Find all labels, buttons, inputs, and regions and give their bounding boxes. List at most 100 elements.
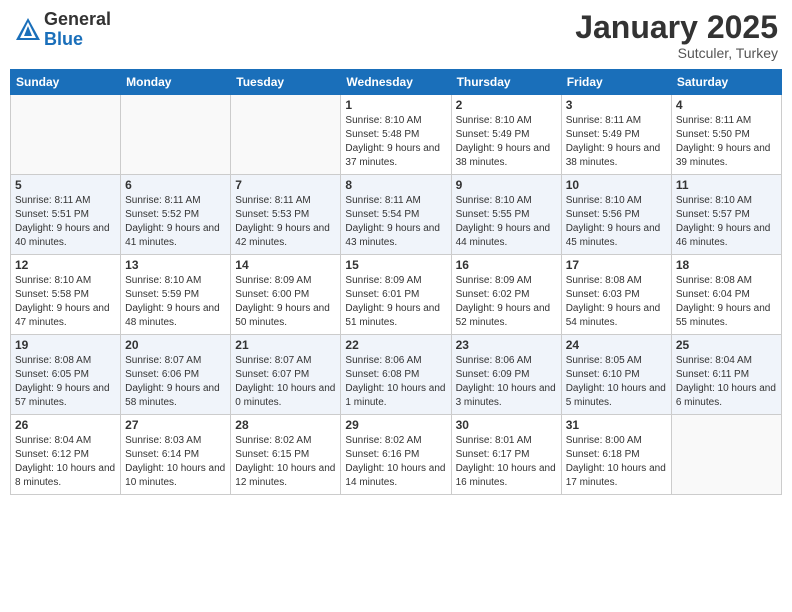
logo-text: General Blue [44,10,111,50]
weekday-header-tuesday: Tuesday [231,70,341,95]
calendar-cell: 7 Sunrise: 8:11 AM Sunset: 5:53 PM Daylig… [231,175,341,255]
logo-general-text: General [44,10,111,30]
day-number: 31 [566,418,667,432]
day-info: Sunrise: 8:03 AM Sunset: 6:14 PM Dayligh… [125,434,226,490]
calendar-cell: 20 Sunrise: 8:07 AM Sunset: 6:06 PM Dayli… [121,335,231,415]
calendar-cell [671,415,781,495]
calendar-cell: 13 Sunrise: 8:10 AM Sunset: 5:59 PM Dayli… [121,255,231,335]
calendar-cell [231,95,341,175]
calendar-cell: 24 Sunrise: 8:05 AM Sunset: 6:10 PM Dayli… [561,335,671,415]
day-info: Sunrise: 8:07 AM Sunset: 6:06 PM Dayligh… [125,354,226,410]
day-number: 16 [456,258,557,272]
calendar-cell: 1 Sunrise: 8:10 AM Sunset: 5:48 PM Daylig… [341,95,451,175]
day-number: 1 [345,98,446,112]
day-number: 12 [15,258,116,272]
calendar-cell: 28 Sunrise: 8:02 AM Sunset: 6:15 PM Dayli… [231,415,341,495]
day-number: 17 [566,258,667,272]
day-number: 24 [566,338,667,352]
calendar-cell: 26 Sunrise: 8:04 AM Sunset: 6:12 PM Dayli… [11,415,121,495]
calendar-cell: 16 Sunrise: 8:09 AM Sunset: 6:02 PM Dayli… [451,255,561,335]
calendar-cell: 22Sunrise: 8:06 AM Sunset: 6:08 PM Dayli… [341,335,451,415]
day-number: 7 [235,178,336,192]
day-info: Sunrise: 8:02 AM Sunset: 6:16 PM Dayligh… [345,434,446,490]
day-info: Sunrise: 8:07 AM Sunset: 6:07 PM Dayligh… [235,354,336,410]
day-info: Sunrise: 8:10 AM Sunset: 5:56 PM Dayligh… [566,194,667,250]
month-title: January 2025 [575,10,778,45]
calendar-cell: 9 Sunrise: 8:10 AM Sunset: 5:55 PM Daylig… [451,175,561,255]
day-number: 15 [345,258,446,272]
calendar-cell: 29Sunrise: 8:02 AM Sunset: 6:16 PM Dayli… [341,415,451,495]
day-number: 14 [235,258,336,272]
day-info: Sunrise: 8:02 AM Sunset: 6:15 PM Dayligh… [235,434,336,490]
day-info: Sunrise: 8:08 AM Sunset: 6:05 PM Dayligh… [15,354,116,410]
day-number: 19 [15,338,116,352]
calendar-cell [121,95,231,175]
day-info: Sunrise: 8:11 AM Sunset: 5:53 PM Dayligh… [235,194,336,250]
calendar-cell: 11Sunrise: 8:10 AM Sunset: 5:57 PM Dayli… [671,175,781,255]
calendar-cell: 27 Sunrise: 8:03 AM Sunset: 6:14 PM Dayli… [121,415,231,495]
calendar-week-row: 19 Sunrise: 8:08 AM Sunset: 6:05 PM Dayli… [11,335,782,415]
page-header: General Blue January 2025 Sutculer, Turk… [10,10,782,61]
location-subtitle: Sutculer, Turkey [575,45,778,61]
day-number: 13 [125,258,226,272]
day-number: 8 [345,178,446,192]
calendar-week-row: 5 Sunrise: 8:11 AM Sunset: 5:51 PM Daylig… [11,175,782,255]
weekday-header-row: SundayMondayTuesdayWednesdayThursdayFrid… [11,70,782,95]
calendar-week-row: 12Sunrise: 8:10 AM Sunset: 5:58 PM Dayli… [11,255,782,335]
calendar-cell: 15Sunrise: 8:09 AM Sunset: 6:01 PM Dayli… [341,255,451,335]
day-info: Sunrise: 8:10 AM Sunset: 5:55 PM Dayligh… [456,194,557,250]
logo-blue-text: Blue [44,30,111,50]
day-info: Sunrise: 8:11 AM Sunset: 5:52 PM Dayligh… [125,194,226,250]
day-info: Sunrise: 8:09 AM Sunset: 6:02 PM Dayligh… [456,274,557,330]
calendar-cell: 19 Sunrise: 8:08 AM Sunset: 6:05 PM Dayli… [11,335,121,415]
weekday-header-monday: Monday [121,70,231,95]
day-info: Sunrise: 8:10 AM Sunset: 5:48 PM Dayligh… [345,114,446,170]
day-number: 3 [566,98,667,112]
calendar-week-row: 1 Sunrise: 8:10 AM Sunset: 5:48 PM Daylig… [11,95,782,175]
logo-icon [14,16,42,44]
day-number: 4 [676,98,777,112]
calendar-cell: 17Sunrise: 8:08 AM Sunset: 6:03 PM Dayli… [561,255,671,335]
calendar-cell: 18Sunrise: 8:08 AM Sunset: 6:04 PM Dayli… [671,255,781,335]
calendar-table: SundayMondayTuesdayWednesdayThursdayFrid… [10,69,782,495]
day-number: 9 [456,178,557,192]
day-number: 21 [235,338,336,352]
calendar-cell: 31Sunrise: 8:00 AM Sunset: 6:18 PM Dayli… [561,415,671,495]
day-info: Sunrise: 8:11 AM Sunset: 5:49 PM Dayligh… [566,114,667,170]
day-info: Sunrise: 8:06 AM Sunset: 6:08 PM Dayligh… [345,354,446,410]
logo: General Blue [14,10,111,50]
day-number: 2 [456,98,557,112]
day-number: 20 [125,338,226,352]
day-info: Sunrise: 8:11 AM Sunset: 5:54 PM Dayligh… [345,194,446,250]
day-info: Sunrise: 8:10 AM Sunset: 5:59 PM Dayligh… [125,274,226,330]
day-number: 10 [566,178,667,192]
calendar-cell: 2Sunrise: 8:10 AM Sunset: 5:49 PM Daylig… [451,95,561,175]
calendar-cell [11,95,121,175]
weekday-header-wednesday: Wednesday [341,70,451,95]
calendar-cell: 25Sunrise: 8:04 AM Sunset: 6:11 PM Dayli… [671,335,781,415]
calendar-cell: 6Sunrise: 8:11 AM Sunset: 5:52 PM Daylig… [121,175,231,255]
day-info: Sunrise: 8:01 AM Sunset: 6:17 PM Dayligh… [456,434,557,490]
calendar-cell: 12Sunrise: 8:10 AM Sunset: 5:58 PM Dayli… [11,255,121,335]
day-info: Sunrise: 8:05 AM Sunset: 6:10 PM Dayligh… [566,354,667,410]
day-number: 27 [125,418,226,432]
calendar-cell: 8 Sunrise: 8:11 AM Sunset: 5:54 PM Daylig… [341,175,451,255]
weekday-header-thursday: Thursday [451,70,561,95]
day-info: Sunrise: 8:10 AM Sunset: 5:57 PM Dayligh… [676,194,777,250]
weekday-header-saturday: Saturday [671,70,781,95]
day-info: Sunrise: 8:04 AM Sunset: 6:12 PM Dayligh… [15,434,116,490]
calendar-cell: 30 Sunrise: 8:01 AM Sunset: 6:17 PM Dayli… [451,415,561,495]
calendar-cell: 5 Sunrise: 8:11 AM Sunset: 5:51 PM Daylig… [11,175,121,255]
calendar-week-row: 26 Sunrise: 8:04 AM Sunset: 6:12 PM Dayli… [11,415,782,495]
day-number: 5 [15,178,116,192]
day-info: Sunrise: 8:09 AM Sunset: 6:00 PM Dayligh… [235,274,336,330]
day-number: 26 [15,418,116,432]
day-number: 30 [456,418,557,432]
day-info: Sunrise: 8:11 AM Sunset: 5:51 PM Dayligh… [15,194,116,250]
day-info: Sunrise: 8:08 AM Sunset: 6:04 PM Dayligh… [676,274,777,330]
day-number: 28 [235,418,336,432]
calendar-cell: 3 Sunrise: 8:11 AM Sunset: 5:49 PM Daylig… [561,95,671,175]
title-block: January 2025 Sutculer, Turkey [575,10,778,61]
day-info: Sunrise: 8:04 AM Sunset: 6:11 PM Dayligh… [676,354,777,410]
calendar-cell: 21 Sunrise: 8:07 AM Sunset: 6:07 PM Dayli… [231,335,341,415]
